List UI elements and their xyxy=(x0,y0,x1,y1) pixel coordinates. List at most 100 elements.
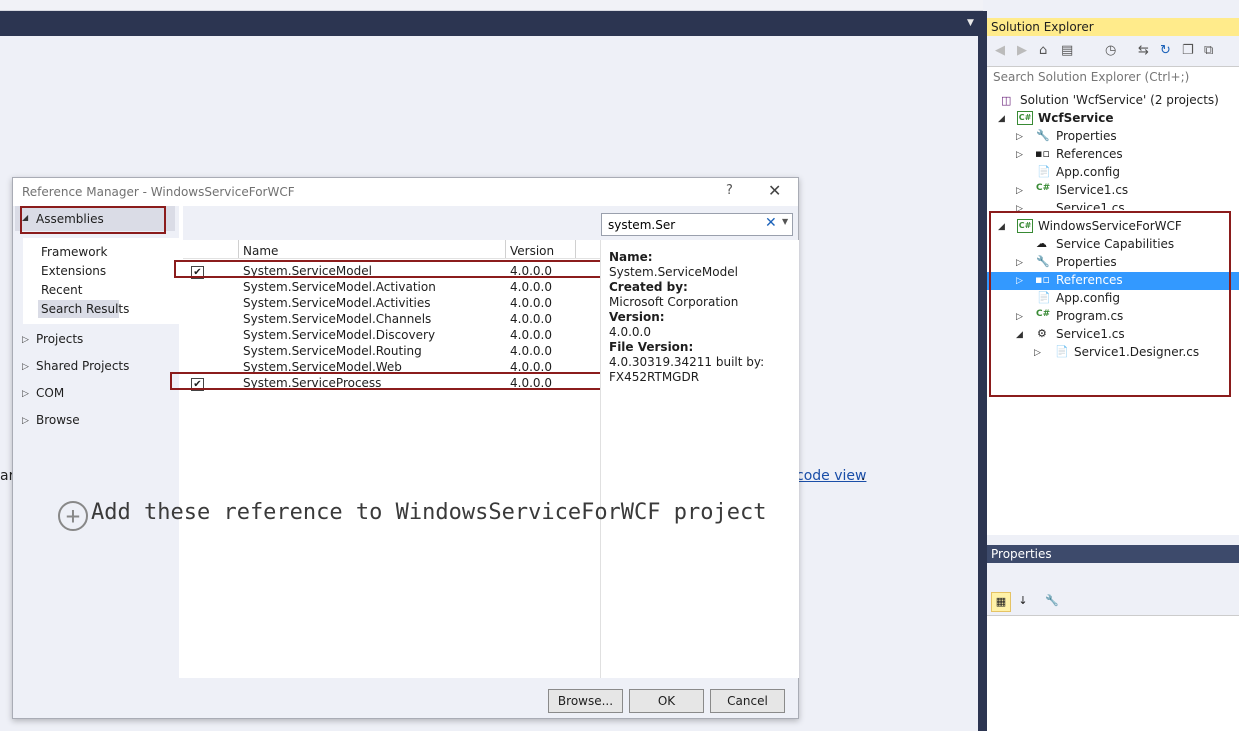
row-name: System.ServiceModel.Activation xyxy=(243,280,436,294)
collapse-all-icon[interactable]: ❐ xyxy=(1182,43,1194,58)
detail-file-version-line2: FX452RTMGDR xyxy=(609,370,700,384)
tree-wcf-references[interactable]: References xyxy=(1056,147,1123,161)
expand-right-icon[interactable]: ▷ xyxy=(1016,150,1023,160)
categorized-icon[interactable]: ▦ xyxy=(991,592,1011,612)
properties-object-selector[interactable] xyxy=(987,563,1239,587)
solution-search-box[interactable] xyxy=(987,66,1239,89)
switch-views-icon[interactable]: ▤ xyxy=(1061,43,1073,58)
detail-name-value: System.ServiceModel xyxy=(609,265,738,279)
property-pages-icon[interactable]: 🔧 xyxy=(1043,592,1061,610)
grid-row[interactable]: System.ServiceModel.Activation 4.0.0.0 xyxy=(183,280,600,296)
close-button[interactable]: ✕ xyxy=(768,181,781,200)
alphabetical-icon[interactable]: ↓ xyxy=(1014,592,1032,610)
panel-splitter[interactable] xyxy=(978,11,987,731)
row-name: System.ServiceModel.Discovery xyxy=(243,328,436,342)
solution-explorer-title-bar: Solution Explorer xyxy=(987,18,1239,36)
forward-icon[interactable]: ▶ xyxy=(1017,43,1027,58)
tree-wcfservice[interactable]: WcfService xyxy=(1038,111,1113,125)
row-name: System.ServiceModel.Activities xyxy=(243,296,431,310)
nav-recent[interactable]: Recent xyxy=(41,283,82,297)
row-name: System.ServiceModel.Routing xyxy=(243,344,422,358)
home-icon[interactable]: ⌂ xyxy=(1039,43,1047,58)
highlight-box-windowsservice xyxy=(989,211,1231,397)
sync-icon[interactable]: ⇆ xyxy=(1138,43,1149,58)
row-version: 4.0.0.0 xyxy=(510,328,552,342)
expand-right-icon[interactable]: ▷ xyxy=(22,335,29,345)
code-view-link[interactable]: code view xyxy=(796,468,866,484)
background-text-period: . xyxy=(861,468,866,484)
document-tab-bar xyxy=(0,11,983,36)
grid-row[interactable]: System.ServiceModel.Discovery 4.0.0.0 xyxy=(183,328,600,344)
ok-button[interactable]: OK xyxy=(629,689,704,713)
expand-right-icon[interactable]: ▷ xyxy=(1016,186,1023,196)
solution-search-input[interactable] xyxy=(991,69,1235,85)
grid-row[interactable]: System.ServiceModel.Routing 4.0.0.0 xyxy=(183,344,600,360)
nav-browse[interactable]: Browse xyxy=(36,413,80,427)
column-separator xyxy=(505,240,506,258)
tree-solution[interactable]: Solution 'WcfService' (2 projects) xyxy=(1020,93,1219,107)
detail-created-label: Created by: xyxy=(609,280,688,294)
column-header-name[interactable]: Name xyxy=(243,244,278,258)
row-version: 4.0.0.0 xyxy=(510,312,552,326)
references-icon: ▪▫ xyxy=(1035,147,1050,160)
back-icon[interactable]: ◀ xyxy=(995,43,1005,58)
detail-version-value: 4.0.0.0 xyxy=(609,325,651,339)
column-header-version[interactable]: Version xyxy=(510,244,554,258)
tab-dropdown-icon[interactable]: ▼ xyxy=(967,18,974,28)
tree-wcf-properties[interactable]: Properties xyxy=(1056,129,1117,143)
detail-created-value: Microsoft Corporation xyxy=(609,295,739,309)
solution-icon: ◫ xyxy=(1001,94,1012,107)
search-box[interactable]: ✕ ▼ xyxy=(601,213,793,236)
cancel-button[interactable]: Cancel xyxy=(710,689,785,713)
nav-search-results[interactable]: Search Results xyxy=(41,302,129,316)
annotation-text: Add these reference to WindowsServiceFor… xyxy=(91,500,767,525)
solution-explorer-title: Solution Explorer xyxy=(991,20,1094,34)
detail-version-label: Version: xyxy=(609,310,665,324)
nav-assemblies-label: Assemblies xyxy=(36,212,104,226)
nav-framework[interactable]: Framework xyxy=(41,245,107,259)
detail-name-label: Name: xyxy=(609,250,653,264)
nav-projects[interactable]: Projects xyxy=(36,332,83,346)
column-separator xyxy=(238,240,239,258)
browse-button[interactable]: Browse... xyxy=(548,689,623,713)
nav-com[interactable]: COM xyxy=(36,386,64,400)
wrench-icon: 🔧 xyxy=(1036,129,1050,142)
detail-file-version-line1: 4.0.30319.34211 built by: xyxy=(609,355,765,369)
properties-grid xyxy=(987,616,1239,731)
clear-search-icon[interactable]: ✕ xyxy=(765,215,777,231)
nav-shared-projects[interactable]: Shared Projects xyxy=(36,359,129,373)
main-toolbar xyxy=(0,0,983,11)
expand-down-icon[interactable]: ◢ xyxy=(22,213,28,222)
search-input[interactable] xyxy=(606,216,760,234)
show-all-files-icon[interactable]: ⧉ xyxy=(1204,43,1213,58)
highlight-box-serviceprocess xyxy=(170,372,611,390)
row-version: 4.0.0.0 xyxy=(510,296,552,310)
refresh-icon[interactable]: ↻ xyxy=(1160,43,1171,58)
grid-row[interactable]: System.ServiceModel.Activities 4.0.0.0 xyxy=(183,296,600,312)
properties-title: Properties xyxy=(991,547,1052,561)
expand-right-icon[interactable]: ▷ xyxy=(22,362,29,372)
expand-down-icon[interactable]: ◢ xyxy=(998,114,1005,124)
tree-wcf-appconfig[interactable]: App.config xyxy=(1056,165,1120,179)
reference-manager-dialog: Reference Manager - WindowsServiceForWCF… xyxy=(12,177,799,719)
config-file-icon: 📄 xyxy=(1037,165,1051,178)
nav-extensions[interactable]: Extensions xyxy=(41,264,106,278)
expand-right-icon[interactable]: ▷ xyxy=(22,416,29,426)
row-version: 4.0.0.0 xyxy=(510,344,552,358)
help-button[interactable]: ? xyxy=(726,183,733,198)
expand-right-icon[interactable]: ▷ xyxy=(1016,132,1023,142)
csharp-project-icon: C# xyxy=(1017,111,1033,125)
tree-wcf-service[interactable]: Service1.cs xyxy=(1056,201,1125,210)
plus-circle-icon: + xyxy=(58,501,88,531)
tree-wcf-iservice[interactable]: IService1.cs xyxy=(1056,183,1128,197)
row-version: 4.0.0.0 xyxy=(510,280,552,294)
pending-changes-filter-icon[interactable]: ◷ xyxy=(1105,43,1116,58)
column-separator xyxy=(575,240,576,258)
row-name: System.ServiceModel.Channels xyxy=(243,312,432,326)
dialog-title: Reference Manager - WindowsServiceForWCF xyxy=(22,185,295,199)
expand-right-icon[interactable]: ▷ xyxy=(22,389,29,399)
csharp-file-icon: C# xyxy=(1036,183,1051,193)
grid-row[interactable]: System.ServiceModel.Channels 4.0.0.0 xyxy=(183,312,600,328)
properties-title-bar: Properties xyxy=(987,545,1239,563)
chevron-down-icon[interactable]: ▼ xyxy=(782,217,788,226)
